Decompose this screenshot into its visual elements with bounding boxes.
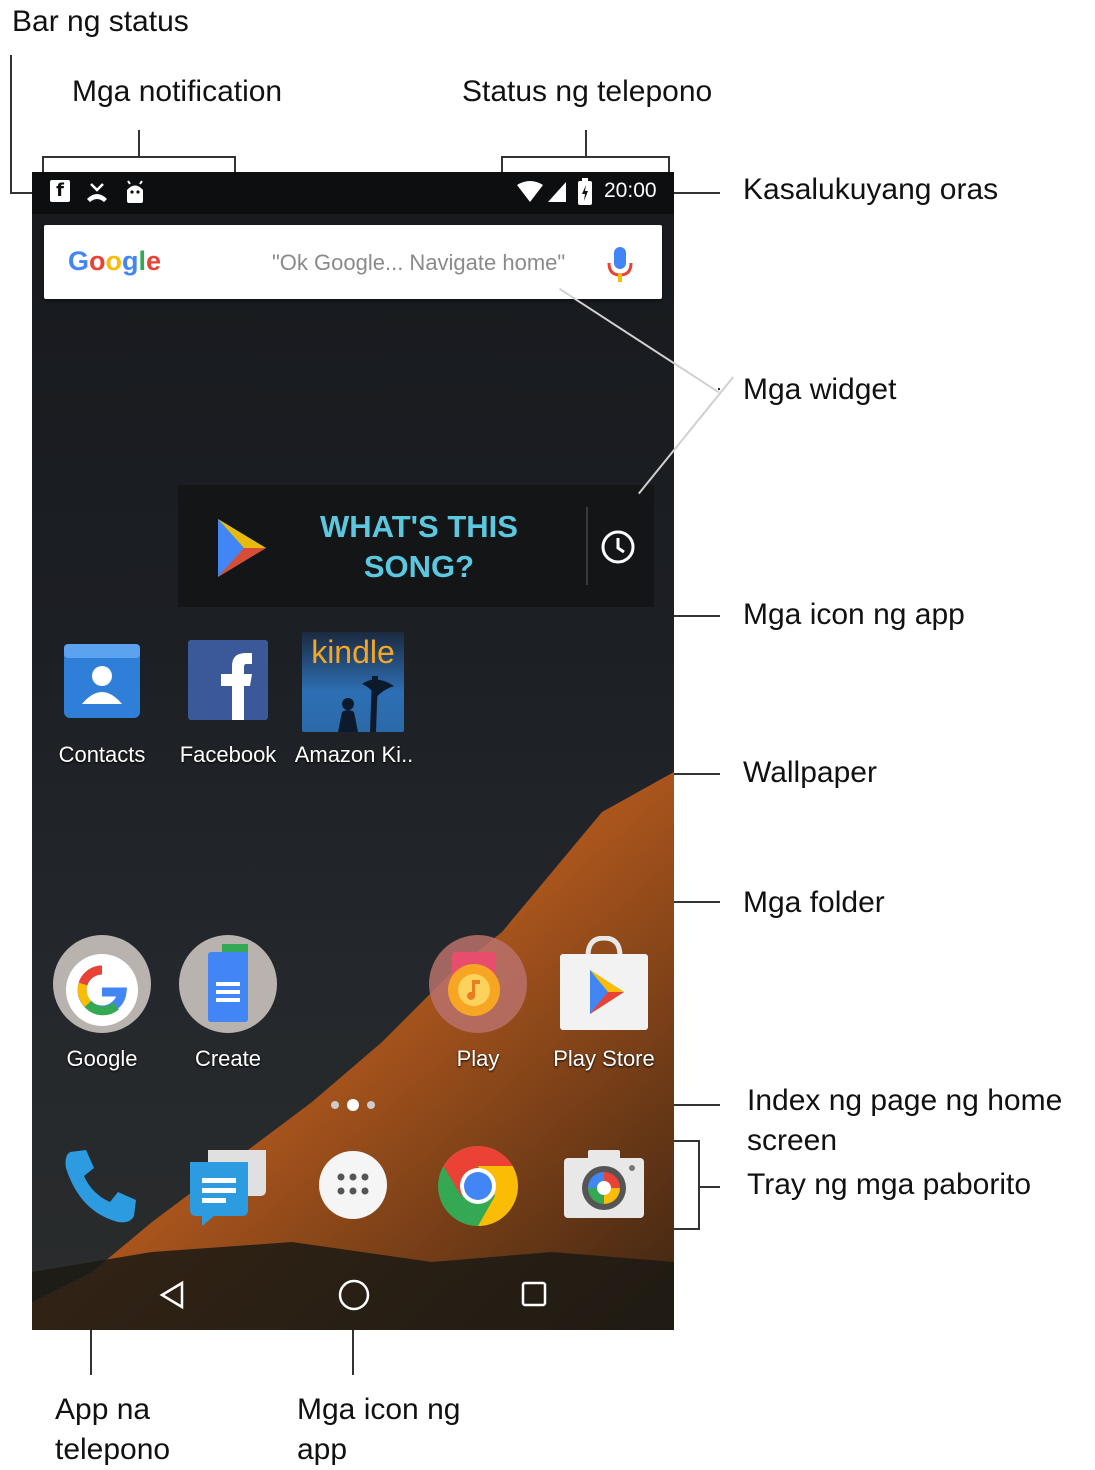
- android-icon: [127, 180, 143, 203]
- app-label: Facebook: [179, 742, 277, 767]
- app-label: Google: [66, 1046, 138, 1071]
- folder-create[interactable]: Create: [168, 934, 288, 1074]
- status-clock: 20:00: [604, 179, 657, 202]
- callout-wallpaper: Wallpaper: [743, 756, 877, 789]
- callout-app-icons-bottom-2: app: [297, 1433, 348, 1466]
- callout-page-index-1: Index ng page ng home: [747, 1084, 1063, 1117]
- leader-favorites-bracket-side: [698, 1140, 700, 1230]
- clock-icon[interactable]: [600, 529, 636, 565]
- mic-icon[interactable]: [602, 245, 638, 285]
- contacts-icon: [64, 644, 140, 718]
- folder-google[interactable]: Google: [42, 934, 162, 1074]
- play-folder-icon: [429, 935, 527, 1033]
- song-widget-line1: WHAT'S THIS: [320, 509, 518, 544]
- google-search-widget[interactable]: Google "Ok Google... Navigate home": [44, 225, 662, 299]
- callout-phone-status: Status ng telepono: [462, 75, 713, 108]
- leader-phone-status-stem: [585, 130, 587, 157]
- song-widget-divider: [586, 507, 588, 585]
- callout-folders: Mga folder: [743, 886, 885, 919]
- home-icon[interactable]: [337, 1278, 371, 1312]
- leader-widget-upper-out: [718, 388, 720, 390]
- kindle-icon: kindle: [302, 632, 404, 732]
- app-kindle[interactable]: kindle Amazon Ki..: [294, 632, 414, 772]
- navigation-bar: [32, 1252, 674, 1330]
- app-label: Play Store: [553, 1046, 655, 1071]
- callout-favorites-tray: Tray ng mga paborito: [747, 1168, 1032, 1201]
- chrome-icon[interactable]: [436, 1144, 520, 1228]
- recents-icon[interactable]: [520, 1280, 548, 1308]
- app-contacts[interactable]: Contacts: [42, 632, 162, 772]
- folder-play[interactable]: Play: [418, 934, 538, 1074]
- app-label: Contacts: [58, 742, 146, 767]
- messages-icon[interactable]: [186, 1146, 270, 1226]
- kindle-reader-silhouette: [338, 676, 394, 732]
- kindle-icon-text: kindle: [311, 634, 395, 670]
- status-bar: f 20:00: [32, 172, 674, 214]
- leader-status-bar-vertical: [10, 55, 12, 193]
- app-label: Amazon Ki..: [294, 742, 414, 767]
- app-drawer-icon[interactable]: [318, 1150, 388, 1220]
- battery-charging-icon: [578, 178, 592, 205]
- facebook-icon: [188, 640, 268, 720]
- callout-phone-app-2: telepono: [55, 1433, 171, 1466]
- app-facebook[interactable]: Facebook: [168, 632, 288, 772]
- callout-notifications: Mga notification: [72, 75, 283, 108]
- callout-current-time: Kasalukuyang oras: [743, 173, 999, 206]
- search-hint: "Ok Google... Navigate home": [272, 250, 566, 275]
- song-widget-text: WHAT'S THIS SONG?: [308, 507, 530, 587]
- camera-icon[interactable]: [562, 1148, 646, 1220]
- create-folder-icon: [179, 935, 277, 1033]
- leader-notifications-stem: [138, 130, 140, 157]
- facebook-icon: f: [50, 180, 70, 202]
- callout-app-icons-bottom-1: Mga icon ng: [297, 1393, 461, 1426]
- sound-search-widget[interactable]: WHAT'S THIS SONG?: [178, 485, 654, 607]
- missed-call-icon: [87, 183, 107, 202]
- callout-page-index-2: screen: [747, 1124, 838, 1157]
- wifi-icon: [517, 181, 543, 202]
- app-label: Play: [456, 1046, 500, 1071]
- app-play-store[interactable]: Play Store: [544, 934, 664, 1074]
- home-page-index: [331, 1099, 375, 1111]
- callout-phone-app-1: App na: [55, 1393, 151, 1426]
- back-icon[interactable]: [158, 1280, 186, 1310]
- callout-app-icons: Mga icon ng app: [743, 598, 965, 631]
- google-folder-icon: [53, 935, 151, 1033]
- leader-current-time: [672, 192, 720, 194]
- song-widget-line2: SONG?: [363, 549, 475, 584]
- phone-icon[interactable]: [62, 1146, 142, 1226]
- play-store-icon: [560, 936, 648, 1030]
- phone-home-screen: f 20:00 Google "Ok Google... Navigate ho…: [32, 172, 674, 1330]
- signal-icon: [548, 182, 566, 202]
- callout-status-bar: Bar ng status: [12, 5, 189, 38]
- leader-favorites-stem: [698, 1186, 720, 1188]
- play-triangle-icon: [218, 519, 266, 577]
- google-logo: Google: [68, 246, 162, 276]
- app-label: Create: [194, 1046, 262, 1071]
- callout-widgets: Mga widget: [743, 373, 897, 406]
